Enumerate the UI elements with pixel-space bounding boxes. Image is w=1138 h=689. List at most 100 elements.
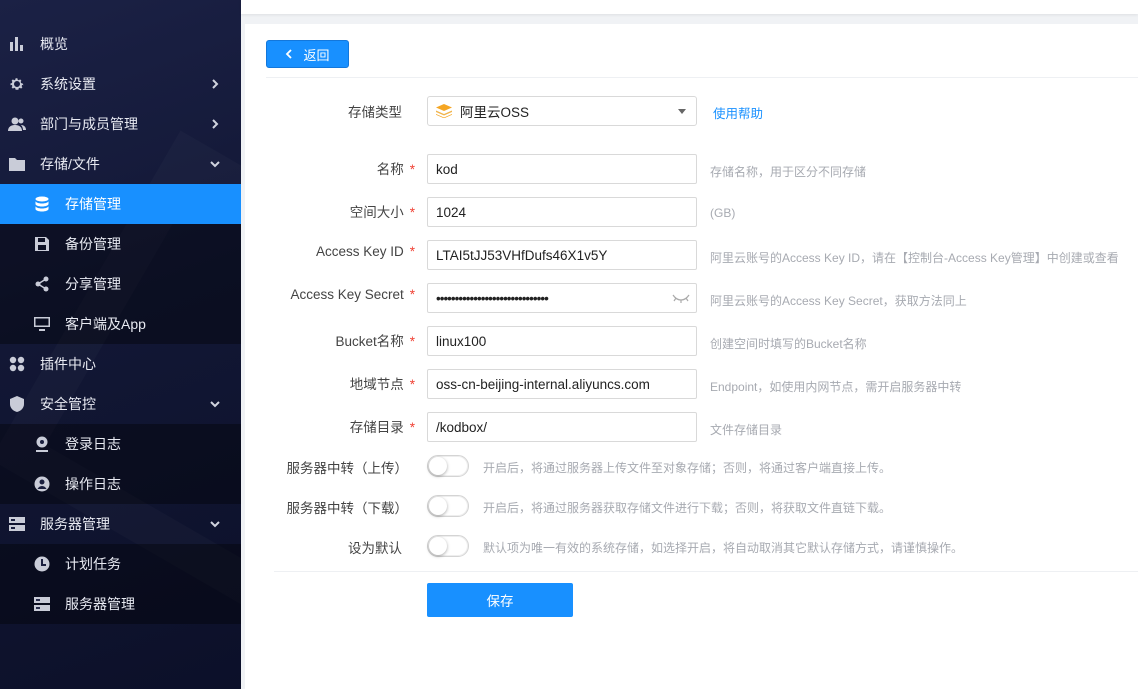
proxy-download-toggle[interactable] — [427, 495, 469, 517]
bucket-field[interactable] — [427, 326, 697, 356]
bucket-hint: 创建空间时填写的Bucket名称 — [710, 337, 867, 351]
server-icon — [8, 515, 26, 533]
user-log-icon — [33, 475, 51, 493]
access-key-id-hint: 阿里云账号的Access Key ID，请在【控制台-Access Key管理】… — [710, 251, 1119, 265]
name-hint: 存储名称，用于区分不同存储 — [710, 165, 867, 179]
share-icon — [33, 275, 51, 293]
proxy-upload-hint: 开启后，将通过服务器上传文件至对象存储；否则，将通过客户端直接上传。 — [483, 461, 892, 475]
clock-icon — [33, 555, 51, 573]
help-link[interactable]: 使用帮助 — [713, 103, 763, 122]
set-default-toggle[interactable] — [427, 535, 469, 557]
storage-type-select[interactable]: 阿里云OSS — [427, 96, 697, 126]
access-key-secret-hint: 阿里云账号的Access Key Secret，获取方法同上 — [710, 294, 967, 308]
sidebar-item-server-management-sub[interactable]: 服务器管理 — [0, 584, 241, 624]
access-key-id-input[interactable] — [436, 247, 688, 263]
sidebar-item-storage-management[interactable]: 存储管理 — [0, 184, 241, 224]
endpoint-field[interactable] — [427, 369, 697, 399]
endpoint-label: 地域节点 * — [349, 377, 415, 392]
database-icon — [33, 195, 51, 213]
proxy-download-hint: 开启后，将通过服务器获取存储文件进行下载；否则，将获取文件直链下载。 — [483, 501, 892, 515]
sidebar-item-scheduled-tasks[interactable]: 计划任务 — [0, 544, 241, 584]
set-default-hint: 默认项为唯一有效的系统存储，如选择开启，将自动取消其它默认存储方式，请谨慎操作。 — [483, 541, 964, 555]
chevron-down-icon — [207, 156, 223, 172]
sidebar-item-label: 客户端及App — [65, 316, 146, 332]
sidebar-item-plugins[interactable]: 插件中心 — [0, 344, 241, 384]
divider — [274, 571, 1138, 572]
proxy-download-label: 服务器中转（下载） — [286, 501, 409, 516]
sidebar-item-label: 分享管理 — [65, 276, 121, 292]
access-key-id-field[interactable] — [427, 240, 697, 270]
sidebar-item-login-log[interactable]: 登录日志 — [0, 424, 241, 464]
top-bar — [241, 0, 1138, 14]
chevron-right-icon — [207, 116, 223, 132]
sidebar-item-label: 服务器管理 — [65, 596, 135, 612]
sidebar-item-label: 操作日志 — [65, 476, 121, 492]
divider — [266, 77, 1138, 78]
back-button[interactable]: 返回 — [266, 40, 349, 68]
sidebar-item-label: 系统设置 — [40, 76, 96, 92]
endpoint-hint: Endpoint，如使用内网节点，需开启服务器中转 — [710, 380, 962, 394]
access-key-secret-label: Access Key Secret * — [290, 287, 415, 302]
chevron-down-icon — [207, 516, 223, 532]
directory-hint: 文件存储目录 — [710, 423, 783, 437]
directory-input[interactable] — [436, 419, 688, 435]
directory-field[interactable] — [427, 412, 697, 442]
proxy-upload-toggle[interactable] — [427, 455, 469, 477]
sidebar-item-label: 服务器管理 — [40, 516, 110, 532]
chevron-left-icon — [285, 47, 293, 62]
storage-type-value: 阿里云OSS — [460, 105, 530, 120]
save-button[interactable]: 保存 — [427, 583, 573, 617]
access-key-secret-field[interactable]: •••••••••••••••••••••••••••••• — [427, 283, 697, 313]
chevron-right-icon — [207, 76, 223, 92]
sidebar-item-storage-files[interactable]: 存储/文件 — [0, 144, 241, 184]
sidebar-item-label: 部门与成员管理 — [40, 116, 138, 132]
proxy-upload-label: 服务器中转（上传） — [286, 461, 409, 476]
sidebar-item-label: 插件中心 — [40, 356, 96, 372]
size-label: 空间大小 * — [349, 205, 415, 220]
bucket-label: Bucket名称 * — [335, 334, 415, 349]
sidebar-item-client-app[interactable]: 客户端及App — [0, 304, 241, 344]
sidebar-item-label: 备份管理 — [65, 236, 121, 252]
access-key-secret-input[interactable]: •••••••••••••••••••••••••••••• — [436, 291, 549, 306]
save-icon — [33, 235, 51, 253]
server-icon — [33, 595, 51, 613]
folder-icon — [8, 155, 26, 173]
sidebar-item-overview[interactable]: 概览 — [0, 24, 241, 64]
storage-type-label: 存储类型 — [348, 105, 402, 120]
sidebar-item-label: 计划任务 — [65, 556, 121, 572]
name-input[interactable] — [436, 161, 688, 177]
caret-down-icon — [678, 109, 686, 114]
grid-icon — [8, 355, 26, 373]
sidebar-item-backup[interactable]: 备份管理 — [0, 224, 241, 264]
sidebar-item-share[interactable]: 分享管理 — [0, 264, 241, 304]
sidebar-item-label: 安全管控 — [40, 396, 96, 412]
directory-label: 存储目录 * — [349, 420, 415, 435]
chevron-down-icon — [207, 396, 223, 412]
size-field[interactable] — [427, 197, 697, 227]
back-button-label: 返回 — [303, 47, 330, 63]
endpoint-input[interactable] — [436, 376, 688, 392]
size-input[interactable] — [436, 204, 688, 220]
sidebar-item-server-management[interactable]: 服务器管理 — [0, 504, 241, 544]
shield-icon — [8, 395, 26, 413]
bar-chart-icon — [8, 35, 26, 53]
access-key-id-label: Access Key ID * — [315, 244, 415, 259]
aliyun-oss-icon — [436, 104, 452, 118]
sidebar-item-label: 登录日志 — [65, 436, 121, 452]
sidebar-item-departments[interactable]: 部门与成员管理 — [0, 104, 241, 144]
login-log-icon — [33, 435, 51, 453]
sidebar-item-system-settings[interactable]: 系统设置 — [0, 64, 241, 104]
size-hint: (GB) — [710, 206, 736, 220]
sidebar-item-operation-log[interactable]: 操作日志 — [0, 464, 241, 504]
bucket-input[interactable] — [436, 333, 688, 349]
eye-closed-icon[interactable] — [672, 292, 690, 304]
users-icon — [8, 115, 26, 133]
sidebar-item-label: 存储管理 — [65, 196, 121, 212]
gear-icon — [8, 75, 26, 93]
storage-edit-panel: 返回 存储类型 阿里云OSS 使用帮助 名称* 存储名称，用于区分不同存储 空间… — [245, 24, 1138, 689]
sidebar-item-label: 存储/文件 — [40, 156, 100, 172]
sidebar: 概览 系统设置 部门与成员管理 存储/文件 存储管理 备份管理 分享管理 客户端… — [0, 0, 241, 689]
sidebar-item-security[interactable]: 安全管控 — [0, 384, 241, 424]
sidebar-item-label: 概览 — [40, 36, 68, 52]
name-field[interactable] — [427, 154, 697, 184]
